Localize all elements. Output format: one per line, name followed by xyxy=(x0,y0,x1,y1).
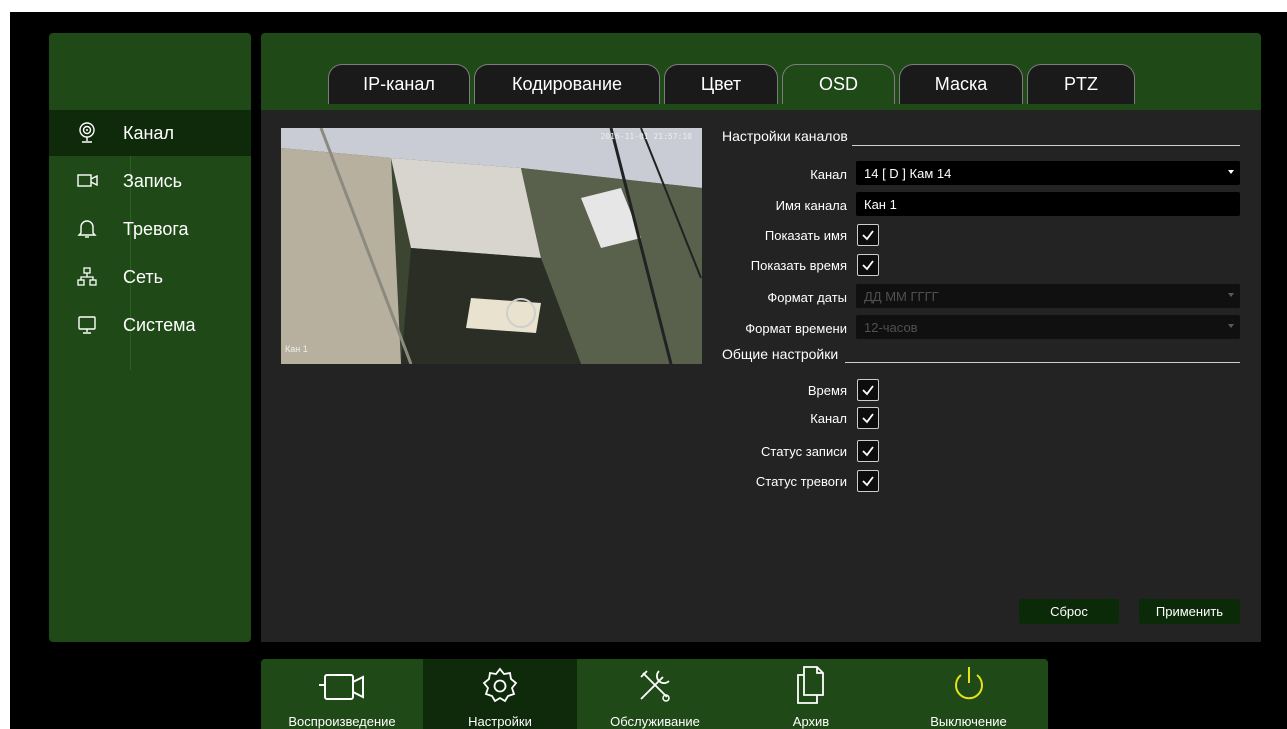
sidebar-item-label: Запись xyxy=(123,170,183,191)
taskbar-playback[interactable]: Воспроизведение xyxy=(261,659,423,729)
tools-icon xyxy=(633,659,677,705)
channel-select-value: 14 [ D ] Кам 14 xyxy=(864,165,952,181)
channel-osd-label: Канал xyxy=(810,411,847,426)
record-status-checkbox[interactable] xyxy=(857,440,879,462)
channel-settings-title: Настройки каналов xyxy=(722,128,848,144)
taskbar-label: Воспроизведение xyxy=(288,714,396,729)
checkmark-icon xyxy=(862,476,874,487)
time-format-label: Формат времени xyxy=(745,321,847,336)
video-camera-icon xyxy=(77,173,117,189)
general-settings-title: Общие настройки xyxy=(722,346,839,362)
chevron-down-icon xyxy=(1228,170,1234,174)
checkmark-icon xyxy=(862,260,874,271)
channel-osd-checkbox[interactable] xyxy=(857,407,879,429)
sidebar-item-record[interactable]: Запись xyxy=(49,158,251,204)
bottom-taskbar: Воспроизведение Настройки Обслуживание А… xyxy=(261,659,1048,729)
show-name-checkbox[interactable] xyxy=(857,224,879,246)
time-osd-label: Время xyxy=(807,383,847,398)
time-format-value: 12-часов xyxy=(864,319,918,335)
tab-encoding[interactable]: Кодирование xyxy=(474,64,660,104)
bell-icon xyxy=(77,218,117,240)
taskbar-power[interactable]: Выключение xyxy=(889,659,1048,729)
sidebar-item-label: Сеть xyxy=(123,266,164,287)
tab-ptz[interactable]: PTZ xyxy=(1027,64,1135,104)
reset-button[interactable]: Сброс xyxy=(1019,599,1119,624)
monitor-icon xyxy=(77,315,117,335)
channel-label: Канал xyxy=(810,167,847,182)
section-divider xyxy=(845,362,1240,363)
camera-lens-icon xyxy=(77,122,117,144)
taskbar-label: Архив xyxy=(792,714,830,729)
taskbar-label: Настройки xyxy=(468,714,532,729)
record-status-label: Статус записи xyxy=(761,444,847,459)
sidebar-item-system[interactable]: Система xyxy=(49,302,251,348)
section-divider xyxy=(852,145,1240,146)
checkmark-icon xyxy=(862,385,874,396)
preview-timestamp: 2016-11-01 21:57:10 xyxy=(600,132,692,141)
sidebar-item-label: Тревога xyxy=(123,218,189,239)
tab-label: OSD xyxy=(818,74,858,94)
documents-icon xyxy=(789,659,833,705)
sidebar-item-channel[interactable]: Канал xyxy=(49,110,251,156)
taskbar-archive[interactable]: Архив xyxy=(733,659,889,729)
channel-select[interactable]: 14 [ D ] Кам 14 xyxy=(856,161,1240,185)
sidebar-item-alarm[interactable]: Тревога xyxy=(49,206,251,252)
sidebar-item-network[interactable]: Сеть xyxy=(49,254,251,300)
alarm-status-label: Статус тревоги xyxy=(755,474,847,489)
tab-label: IP-канал xyxy=(363,74,435,94)
checkmark-icon xyxy=(862,446,874,457)
apply-button[interactable]: Применить xyxy=(1139,599,1240,624)
gear-icon xyxy=(478,659,522,705)
time-osd-checkbox[interactable] xyxy=(857,379,879,401)
tab-osd[interactable]: OSD xyxy=(782,64,895,104)
chevron-down-icon xyxy=(1228,324,1234,328)
show-name-label: Показать имя xyxy=(764,228,847,243)
checkmark-icon xyxy=(862,230,874,241)
camera-preview-image xyxy=(281,128,702,364)
sidebar-item-label: Канал xyxy=(123,122,174,143)
tab-label: Маска xyxy=(934,74,988,94)
alarm-status-checkbox[interactable] xyxy=(857,470,879,492)
taskbar-maintenance[interactable]: Обслуживание xyxy=(577,659,733,729)
power-icon xyxy=(947,659,991,705)
tab-label: Кодирование xyxy=(511,74,623,94)
tab-label: Цвет xyxy=(700,74,742,94)
date-format-label: Формат даты xyxy=(767,290,847,305)
tab-color[interactable]: Цвет xyxy=(664,64,778,104)
channel-name-input[interactable]: Кан 1 xyxy=(856,192,1240,216)
channel-name-value: Кан 1 xyxy=(864,196,897,212)
time-format-select[interactable]: 12-часов xyxy=(856,315,1240,339)
taskbar-label: Обслуживание xyxy=(610,714,700,729)
network-icon xyxy=(77,267,117,287)
taskbar-settings[interactable]: Настройки xyxy=(423,659,577,729)
date-format-value: ДД ММ ГГГГ xyxy=(864,288,939,304)
channel-name-label: Имя канала xyxy=(775,198,847,213)
sidebar-item-label: Система xyxy=(123,314,196,335)
date-format-select[interactable]: ДД ММ ГГГГ xyxy=(856,284,1240,308)
camera-preview: 2016-11-01 21:57:10 Кан 1 xyxy=(281,128,702,364)
tab-mask[interactable]: Маска xyxy=(899,64,1023,104)
tab-label: PTZ xyxy=(1064,74,1098,94)
chevron-down-icon xyxy=(1228,293,1234,297)
taskbar-label: Выключение xyxy=(930,714,1007,729)
tab-ip-channel[interactable]: IP-канал xyxy=(328,64,470,104)
show-time-checkbox[interactable] xyxy=(857,254,879,276)
checkmark-icon xyxy=(862,413,874,424)
preview-channel-name: Кан 1 xyxy=(285,344,308,354)
show-time-label: Показать время xyxy=(750,258,847,273)
video-camera-icon xyxy=(311,659,373,705)
